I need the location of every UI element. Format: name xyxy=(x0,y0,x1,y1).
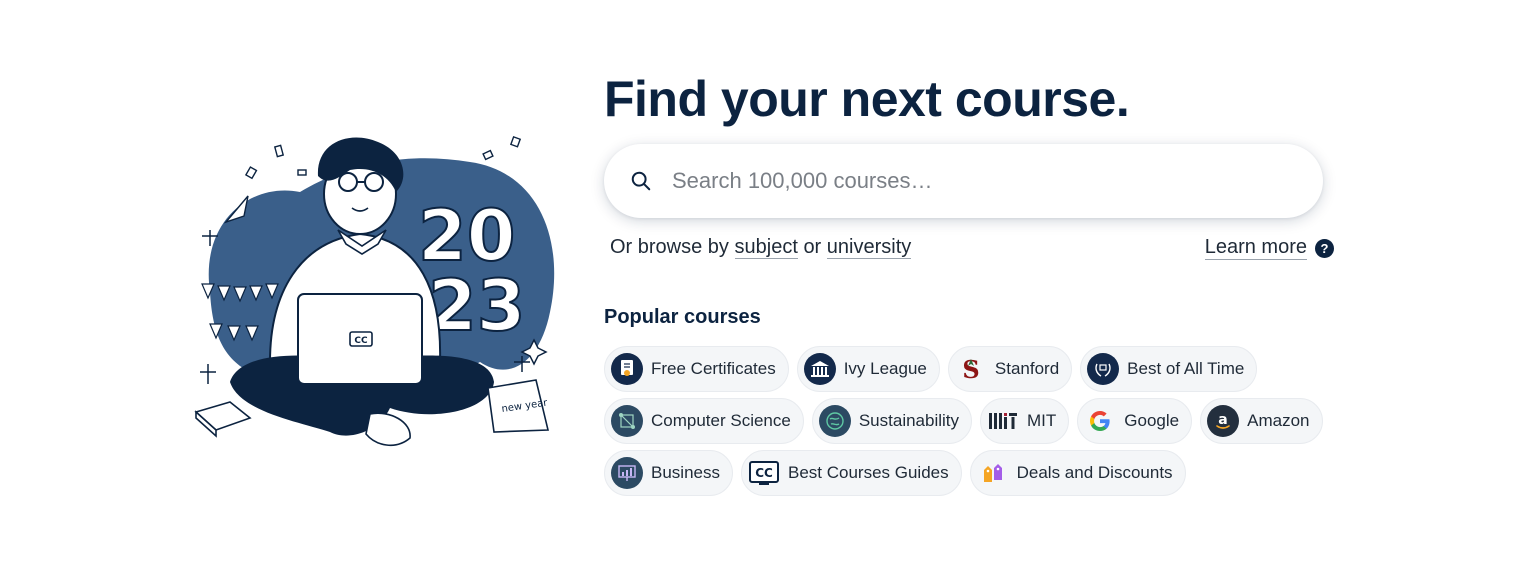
search-icon xyxy=(631,171,651,191)
building-icon xyxy=(803,353,836,385)
year-bottom-text: 23 xyxy=(428,265,525,347)
chip-best-courses-guides[interactable]: CC Best Courses Guides xyxy=(740,450,962,496)
chip-row: Free Certificates Ivy League S Stanford … xyxy=(604,346,1258,392)
cc-logo-icon: CC xyxy=(748,457,780,489)
chip-free-certificates[interactable]: Free Certificates xyxy=(604,346,789,392)
browse-university-link[interactable]: university xyxy=(826,236,912,259)
chip-label: Google xyxy=(1124,411,1180,430)
laurel-icon xyxy=(1087,353,1120,385)
chip-row: Computer Science Sustainability MIT Goog… xyxy=(604,398,1323,444)
chip-label: Best of All Time xyxy=(1127,359,1245,378)
price-tags-icon xyxy=(977,457,1009,489)
circuit-icon xyxy=(611,405,643,437)
chip-amazon[interactable]: a Amazon xyxy=(1200,398,1323,444)
svg-text:a: a xyxy=(1218,412,1227,428)
hero-illustration: 20 23 CC new year xyxy=(194,135,555,446)
chip-computer-science[interactable]: Computer Science xyxy=(604,398,804,444)
chip-mit[interactable]: MIT xyxy=(980,398,1070,444)
help-icon[interactable]: ? xyxy=(1315,238,1334,258)
page-title: Find your next course. xyxy=(604,71,1130,127)
chip-label: Best Courses Guides xyxy=(787,463,949,482)
certificate-icon xyxy=(611,353,643,385)
learn-more-link[interactable]: Learn more xyxy=(1204,236,1307,260)
learn-more: Learn more ? xyxy=(1204,236,1334,260)
chip-google[interactable]: Google xyxy=(1077,398,1193,444)
chip-stanford[interactable]: S Stanford xyxy=(947,346,1073,392)
browse-subject-link[interactable]: subject xyxy=(734,236,798,259)
laptop-badge-text: CC xyxy=(354,336,368,346)
browse-prefix: Or browse by xyxy=(610,236,729,258)
chip-ivy-league[interactable]: Ivy League xyxy=(796,346,940,392)
chip-business[interactable]: Business xyxy=(604,450,733,496)
chip-label: Ivy League xyxy=(843,359,927,378)
google-logo-icon xyxy=(1084,405,1116,437)
globe-icon xyxy=(818,405,851,437)
stanford-logo-icon: S xyxy=(955,353,987,385)
search-bar[interactable] xyxy=(604,144,1323,218)
chip-label: Computer Science xyxy=(651,411,791,430)
popular-courses-title: Popular courses xyxy=(604,306,761,328)
chip-label: Stanford xyxy=(994,359,1060,378)
svg-text:CC: CC xyxy=(755,466,773,480)
chart-board-icon xyxy=(611,457,643,489)
chip-row: Business CC Best Courses Guides Deals an… xyxy=(604,450,1186,496)
chip-label: Business xyxy=(651,463,720,482)
chip-label: Sustainability xyxy=(858,411,960,430)
amazon-logo-icon: a xyxy=(1207,405,1240,437)
chip-label: Deals and Discounts xyxy=(1016,463,1173,482)
search-input[interactable] xyxy=(672,168,1272,194)
chip-label: MIT xyxy=(1027,411,1057,430)
browse-or: or xyxy=(803,236,822,258)
browse-links: Or browse by subject or university xyxy=(610,236,912,259)
chip-sustainability[interactable]: Sustainability xyxy=(811,398,973,444)
chip-deals-and-discounts[interactable]: Deals and Discounts xyxy=(969,450,1186,496)
chip-best-of-all-time[interactable]: Best of All Time xyxy=(1080,346,1258,392)
chip-label: Amazon xyxy=(1247,411,1310,430)
chip-label: Free Certificates xyxy=(651,359,776,378)
mit-logo-icon xyxy=(987,405,1019,437)
